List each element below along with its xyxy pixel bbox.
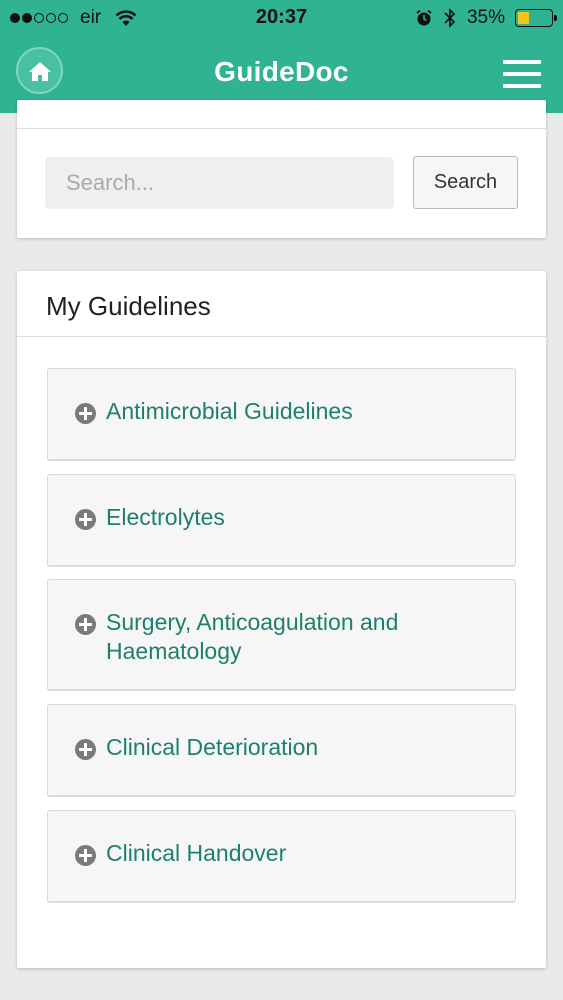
section-title: My Guidelines	[46, 291, 211, 321]
menu-button[interactable]	[503, 60, 541, 88]
hamburger-menu-icon	[503, 84, 541, 88]
search-input[interactable]	[45, 157, 394, 209]
search-card: Search	[17, 100, 546, 238]
hamburger-menu-icon	[503, 72, 541, 76]
hamburger-menu-icon	[503, 60, 541, 64]
my-guidelines-card: My Guidelines Antimicrobial Guidelines E…	[17, 271, 546, 968]
status-bar: eir 20:37 35%	[0, 0, 563, 36]
guideline-label: Clinical Deterioration	[106, 734, 319, 760]
plus-circle-icon	[75, 509, 96, 530]
battery-percent: 35%	[466, 7, 505, 28]
guideline-item-clinical-handover[interactable]: Clinical Handover	[47, 810, 516, 903]
battery-icon	[515, 9, 557, 27]
guideline-label: Clinical Handover	[106, 840, 287, 866]
guideline-label: Surgery, Anticoagulation and Haematology	[106, 609, 399, 664]
battery-level	[518, 12, 530, 24]
app-title: GuideDoc	[214, 56, 349, 87]
guideline-item-electrolytes[interactable]: Electrolytes	[47, 474, 516, 567]
plus-circle-icon	[75, 845, 96, 866]
guideline-label: Electrolytes	[106, 504, 225, 530]
screen: eir 20:37 35% GuideDoc Search... Search …	[0, 0, 563, 1000]
guideline-item-surgery-anticoagulation[interactable]: Surgery, Anticoagulation and Haematology	[47, 579, 516, 691]
status-right: 35%	[415, 7, 557, 29]
bluetooth-icon	[444, 8, 456, 28]
divider	[17, 336, 546, 337]
guideline-item-antimicrobial[interactable]: Antimicrobial Guidelines	[47, 368, 516, 461]
alarm-clock-icon	[416, 9, 432, 26]
guideline-label: Antimicrobial Guidelines	[106, 398, 353, 424]
plus-circle-icon	[75, 614, 96, 635]
guideline-item-clinical-deterioration[interactable]: Clinical Deterioration	[47, 704, 516, 797]
plus-circle-icon	[75, 403, 96, 424]
app-top-bar: eir 20:37 35% GuideDoc	[0, 0, 563, 113]
plus-circle-icon	[75, 739, 96, 760]
search-button[interactable]: Search	[413, 156, 518, 209]
divider	[17, 128, 546, 129]
